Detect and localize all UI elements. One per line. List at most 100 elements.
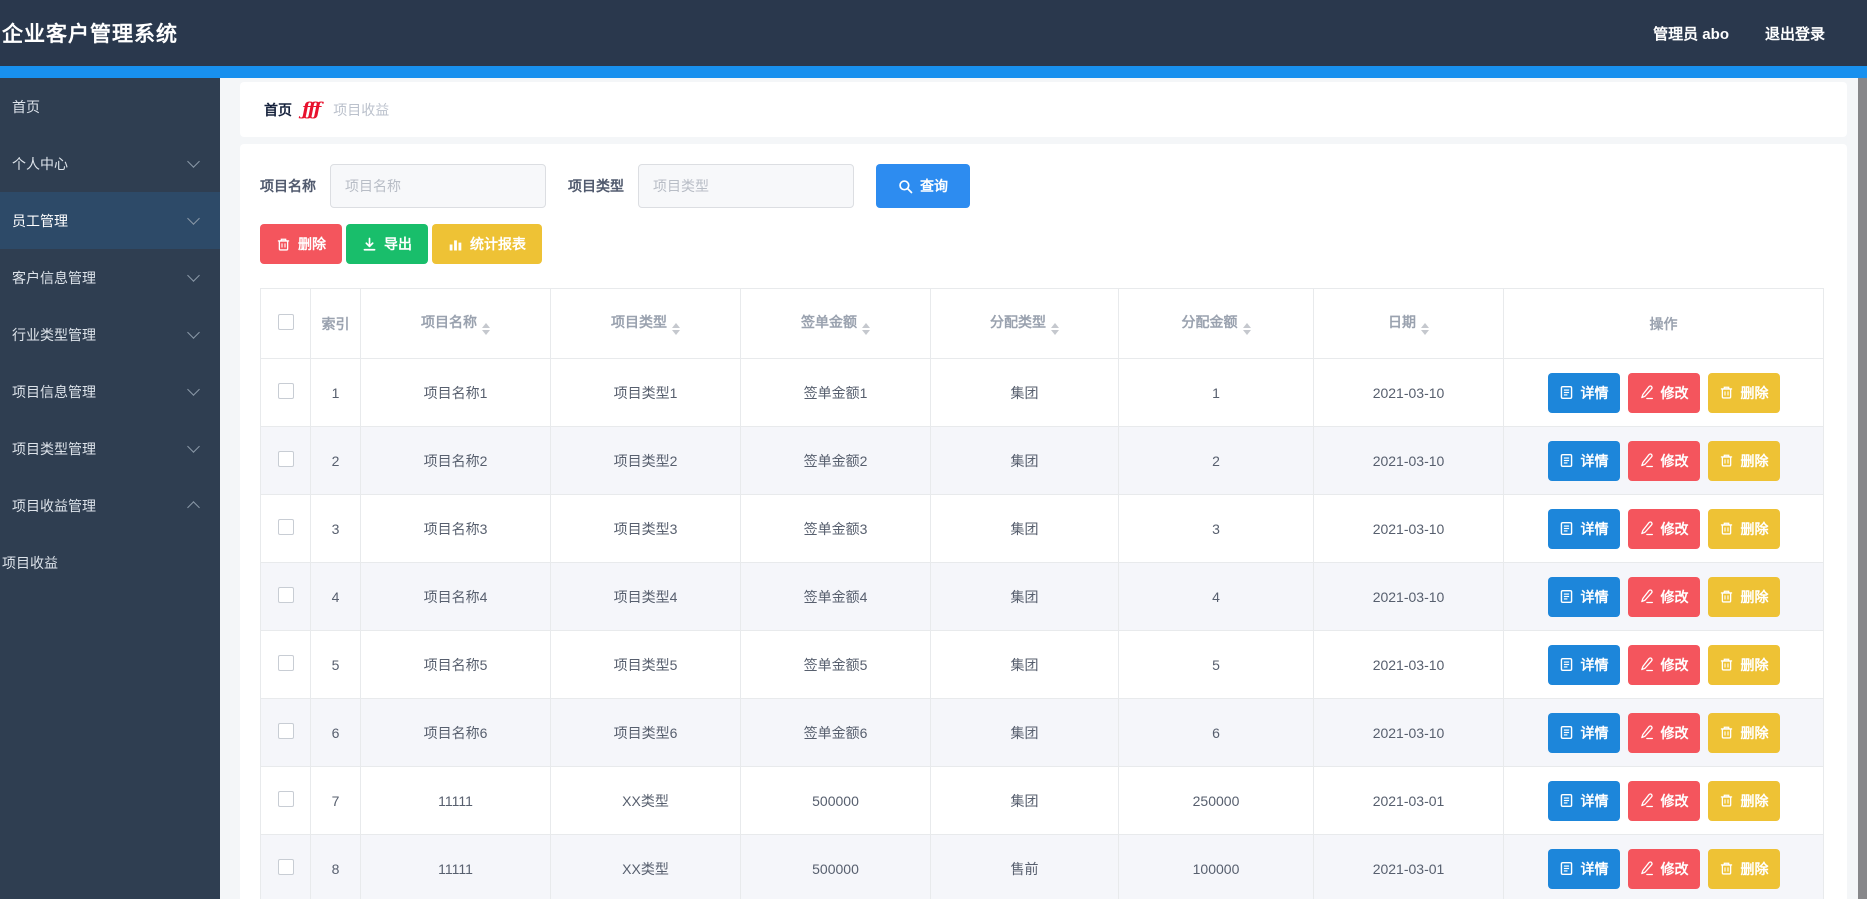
breadcrumb-home[interactable]: 首页 <box>264 100 292 120</box>
cell-checkbox <box>260 358 311 427</box>
edit-button[interactable]: 修改 <box>1627 508 1700 549</box>
edit-button[interactable]: 修改 <box>1627 576 1700 617</box>
column-header-签单金额[interactable]: 签单金额 <box>740 288 931 359</box>
delete-button-label: 删除 <box>1740 452 1769 469</box>
sidebar-item-3[interactable]: 客户信息管理 <box>0 249 220 306</box>
cell-actions: 详情 修改 删除 <box>1503 426 1824 495</box>
current-user-label[interactable]: 管理员 abo <box>1653 23 1729 44</box>
cell-alloc_type: 集团 <box>930 358 1119 427</box>
detail-button[interactable]: 详情 <box>1547 372 1620 413</box>
cell-index: 8 <box>310 834 361 899</box>
detail-button-label: 详情 <box>1580 384 1609 401</box>
column-header-checkbox[interactable] <box>260 288 311 359</box>
delete-button[interactable]: 删除 <box>1707 508 1780 549</box>
row-checkbox[interactable] <box>277 723 294 739</box>
document-icon <box>1559 793 1574 808</box>
search-icon <box>898 179 913 194</box>
column-header-分配金额[interactable]: 分配金额 <box>1118 288 1314 359</box>
sort-caret-icon[interactable] <box>862 323 870 335</box>
delete-button[interactable]: 删除 <box>1707 372 1780 413</box>
document-icon <box>1559 725 1574 740</box>
delete-button[interactable]: 删除 <box>1707 576 1780 617</box>
row-checkbox[interactable] <box>277 791 294 807</box>
row-checkbox[interactable] <box>277 383 294 399</box>
detail-button[interactable]: 详情 <box>1547 780 1620 821</box>
column-header-项目类型[interactable]: 项目类型 <box>550 288 741 359</box>
chevron-down-icon <box>187 440 200 453</box>
column-header-日期[interactable]: 日期 <box>1313 288 1504 359</box>
edit-button[interactable]: 修改 <box>1627 372 1700 413</box>
row-checkbox[interactable] <box>277 519 294 535</box>
sort-caret-icon[interactable] <box>1242 323 1251 335</box>
cell-checkbox <box>260 426 311 495</box>
cell-alloc_amount: 100000 <box>1118 834 1314 899</box>
select-all-checkbox[interactable] <box>277 314 294 330</box>
report-button[interactable]: 统计报表 <box>432 224 542 264</box>
sort-caret-icon[interactable] <box>1421 323 1429 335</box>
sort-desc-icon <box>482 330 490 335</box>
edit-button-label: 修改 <box>1660 588 1689 605</box>
app-title: 企业客户管理系统 <box>2 23 178 46</box>
edit-button[interactable]: 修改 <box>1627 848 1700 889</box>
delete-button[interactable]: 删除 <box>1707 848 1780 889</box>
detail-button[interactable]: 详情 <box>1547 848 1620 889</box>
sidebar-item-2[interactable]: 员工管理 <box>0 192 220 249</box>
document-icon <box>1559 657 1574 672</box>
sort-asc-icon <box>1242 323 1251 328</box>
delete-button-label: 删除 <box>1740 384 1769 401</box>
sidebar-item-6[interactable]: 项目类型管理 <box>0 420 220 477</box>
sidebar-item-8[interactable]: 项目收益 <box>0 534 220 591</box>
column-header-分配类型[interactable]: 分配类型 <box>930 288 1119 359</box>
page-scrollbar-thumb[interactable] <box>1858 78 1867 899</box>
column-header-label: 项目类型 <box>611 314 667 330</box>
bulk-delete-button[interactable]: 删除 <box>260 224 342 264</box>
cell-index: 1 <box>310 358 361 427</box>
cell-date: 2021-03-10 <box>1313 426 1504 495</box>
edit-button[interactable]: 修改 <box>1627 712 1700 753</box>
detail-button[interactable]: 详情 <box>1547 712 1620 753</box>
sidebar-item-5[interactable]: 项目信息管理 <box>0 363 220 420</box>
column-header-label: 分配金额 <box>1181 314 1238 330</box>
edit-button[interactable]: 修改 <box>1627 644 1700 685</box>
detail-button[interactable]: 详情 <box>1547 508 1620 549</box>
sidebar-item-4[interactable]: 行业类型管理 <box>0 306 220 363</box>
cell-index: 2 <box>310 426 361 495</box>
delete-button[interactable]: 删除 <box>1707 644 1780 685</box>
row-checkbox[interactable] <box>277 859 294 875</box>
logout-link[interactable]: 退出登录 <box>1765 23 1825 44</box>
breadcrumb-current: 项目收益 <box>333 101 390 118</box>
detail-button[interactable]: 详情 <box>1547 576 1620 617</box>
row-checkbox[interactable] <box>277 587 294 603</box>
project-type-input[interactable] <box>638 164 854 208</box>
sort-caret-icon[interactable] <box>482 323 490 335</box>
row-checkbox[interactable] <box>277 655 294 671</box>
cell-date: 2021-03-01 <box>1313 766 1504 835</box>
sort-caret-icon[interactable] <box>1051 323 1059 335</box>
sort-caret-icon[interactable] <box>672 323 680 335</box>
project-name-input[interactable] <box>330 164 546 208</box>
delete-button[interactable]: 删除 <box>1707 780 1780 821</box>
sidebar-item-7[interactable]: 项目收益管理 <box>0 477 220 534</box>
export-button[interactable]: 导出 <box>346 224 428 264</box>
delete-button[interactable]: 删除 <box>1707 712 1780 753</box>
search-button[interactable]: 查询 <box>876 164 970 208</box>
delete-button-label: 删除 <box>1740 588 1769 605</box>
detail-button[interactable]: 详情 <box>1547 440 1620 481</box>
sidebar-item-0[interactable]: 首页 <box>0 78 220 135</box>
cell-alloc_type: 集团 <box>930 494 1119 563</box>
delete-button[interactable]: 删除 <box>1707 440 1780 481</box>
cell-type: 项目类型3 <box>550 494 741 563</box>
edit-button[interactable]: 修改 <box>1627 440 1700 481</box>
row-checkbox[interactable] <box>277 451 294 467</box>
cell-checkbox <box>260 630 311 699</box>
cell-name: 项目名称4 <box>360 562 551 631</box>
column-header-项目名称[interactable]: 项目名称 <box>360 288 551 359</box>
document-icon <box>1559 385 1574 400</box>
chevron-down-icon <box>187 326 200 339</box>
edit-button[interactable]: 修改 <box>1627 780 1700 821</box>
sidebar-item-1[interactable]: 个人中心 <box>0 135 220 192</box>
detail-button[interactable]: 详情 <box>1547 644 1620 685</box>
top-header: 企业客户管理系统 管理员 abo 退出登录 <box>0 0 1867 66</box>
edit-button-label: 修改 <box>1660 452 1689 469</box>
chevron-down-icon <box>187 155 200 168</box>
